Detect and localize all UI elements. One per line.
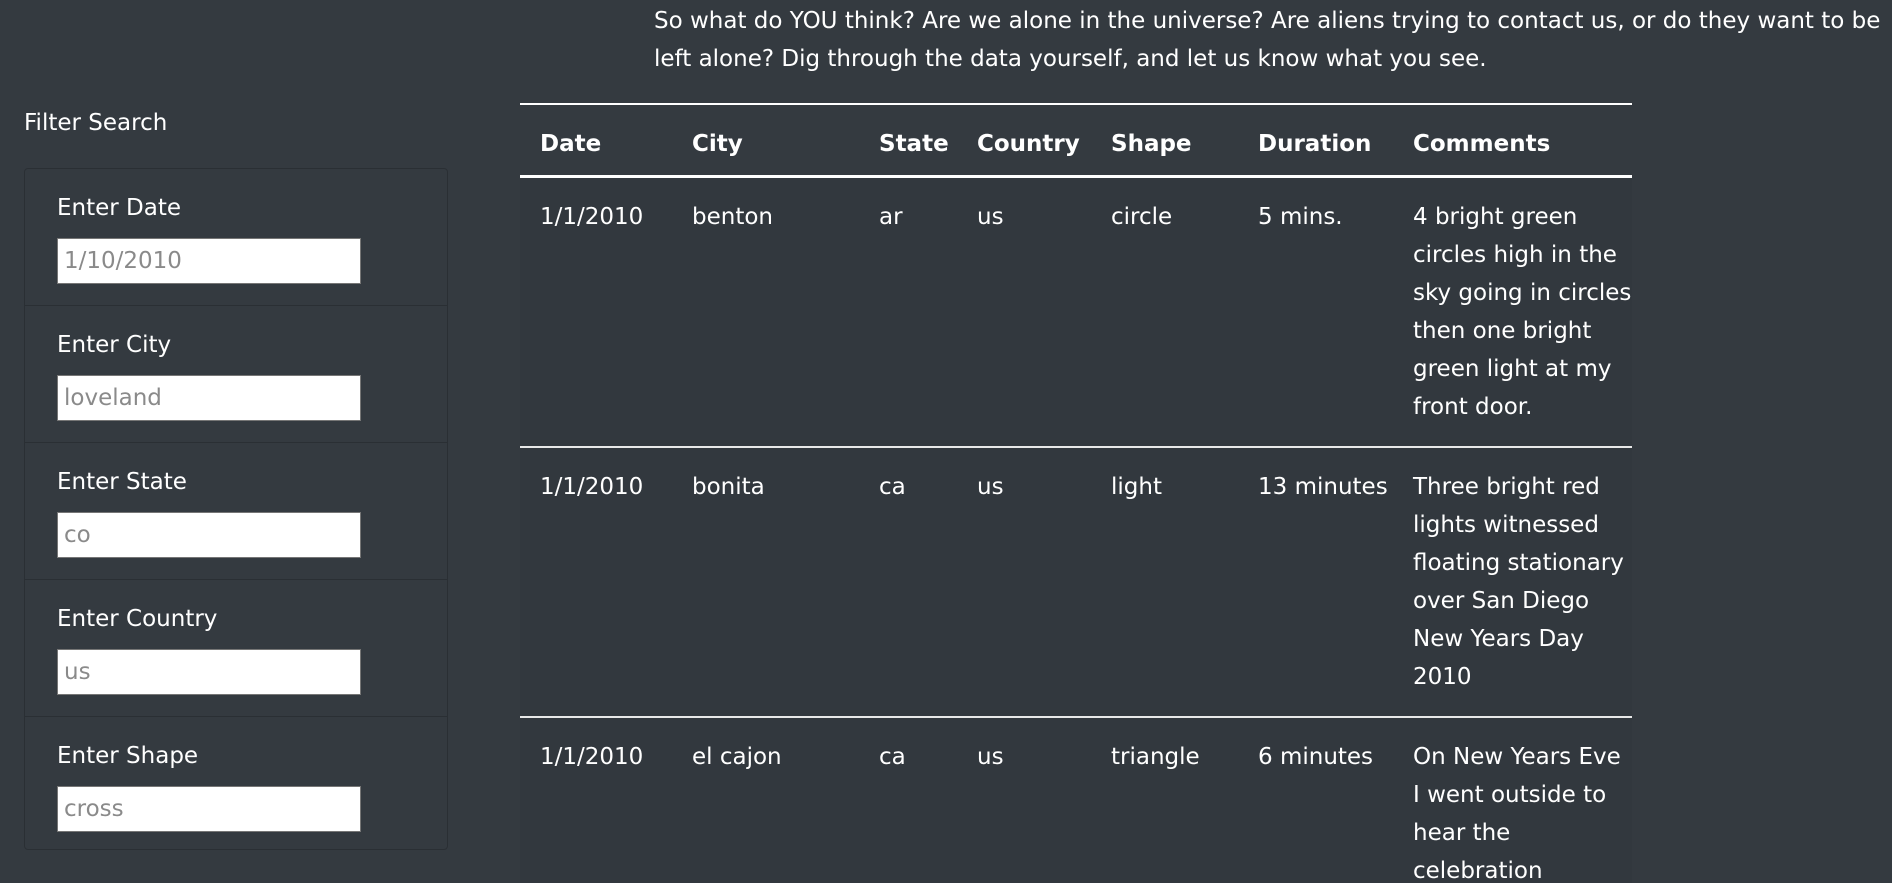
ufo-table-container: Date City State Country Shape Duration C…	[520, 103, 1632, 883]
cell-shape: circle	[1091, 176, 1238, 448]
cell-country: us	[957, 717, 1091, 883]
table-header: Date City State Country Shape Duration C…	[520, 103, 1632, 178]
state-filter-input[interactable]	[57, 512, 361, 558]
date-filter-input[interactable]	[57, 238, 361, 284]
cell-state: ca	[859, 717, 957, 883]
header-shape: Shape	[1091, 103, 1238, 178]
header-city: City	[672, 103, 859, 178]
table-header-row: Date City State Country Shape Duration C…	[520, 103, 1632, 178]
cell-state: ar	[859, 176, 957, 448]
cell-date: 1/1/2010	[520, 717, 672, 883]
filter-search-title: Filter Search	[24, 110, 168, 136]
cell-duration: 5 mins.	[1238, 176, 1393, 448]
cell-comments: 4 bright green circles high in the sky g…	[1393, 176, 1632, 448]
table-row: 1/1/2010 bonita ca us light 13 minutes T…	[520, 447, 1632, 718]
header-date: Date	[520, 103, 672, 178]
header-state: State	[859, 103, 957, 178]
filter-list: Enter Date Enter City Enter State Enter …	[24, 168, 448, 850]
cell-duration: 6 minutes	[1238, 717, 1393, 883]
intro-paragraph: So what do YOU think? Are we alone in th…	[654, 8, 1881, 72]
table-body: 1/1/2010 benton ar us circle 5 mins. 4 b…	[520, 176, 1632, 883]
header-country: Country	[957, 103, 1091, 178]
cell-comments: Three bright red lights witnessed floati…	[1393, 447, 1632, 718]
shape-filter-label: Enter Shape	[57, 743, 199, 769]
cell-city: el cajon	[672, 717, 859, 883]
cell-country: us	[957, 176, 1091, 448]
cell-shape: triangle	[1091, 717, 1238, 883]
state-filter-label: Enter State	[57, 469, 187, 495]
table-row: 1/1/2010 benton ar us circle 5 mins. 4 b…	[520, 176, 1632, 448]
header-comments: Comments	[1393, 103, 1632, 178]
filter-item-city: Enter City	[25, 306, 447, 443]
ufo-sightings-table: Date City State Country Shape Duration C…	[520, 103, 1632, 883]
cell-state: ca	[859, 447, 957, 718]
city-filter-label: Enter City	[57, 332, 172, 358]
filter-item-country: Enter Country	[25, 580, 447, 717]
table-row: 1/1/2010 el cajon ca us triangle 6 minut…	[520, 717, 1632, 883]
cell-city: benton	[672, 176, 859, 448]
city-filter-input[interactable]	[57, 375, 361, 421]
filter-item-date: Enter Date	[25, 169, 447, 306]
filter-item-shape: Enter Shape	[25, 717, 447, 854]
page: So what do YOU think? Are we alone in th…	[0, 0, 1892, 883]
filter-item-state: Enter State	[25, 443, 447, 580]
cell-date: 1/1/2010	[520, 447, 672, 718]
cell-date: 1/1/2010	[520, 176, 672, 448]
cell-shape: light	[1091, 447, 1238, 718]
header-duration: Duration	[1238, 103, 1393, 178]
cell-duration: 13 minutes	[1238, 447, 1393, 718]
cell-city: bonita	[672, 447, 859, 718]
country-filter-input[interactable]	[57, 649, 361, 695]
cell-country: us	[957, 447, 1091, 718]
country-filter-label: Enter Country	[57, 606, 218, 632]
date-filter-label: Enter Date	[57, 195, 182, 221]
shape-filter-input[interactable]	[57, 786, 361, 832]
cell-comments: On New Years Eve I went outside to hear …	[1393, 717, 1632, 883]
